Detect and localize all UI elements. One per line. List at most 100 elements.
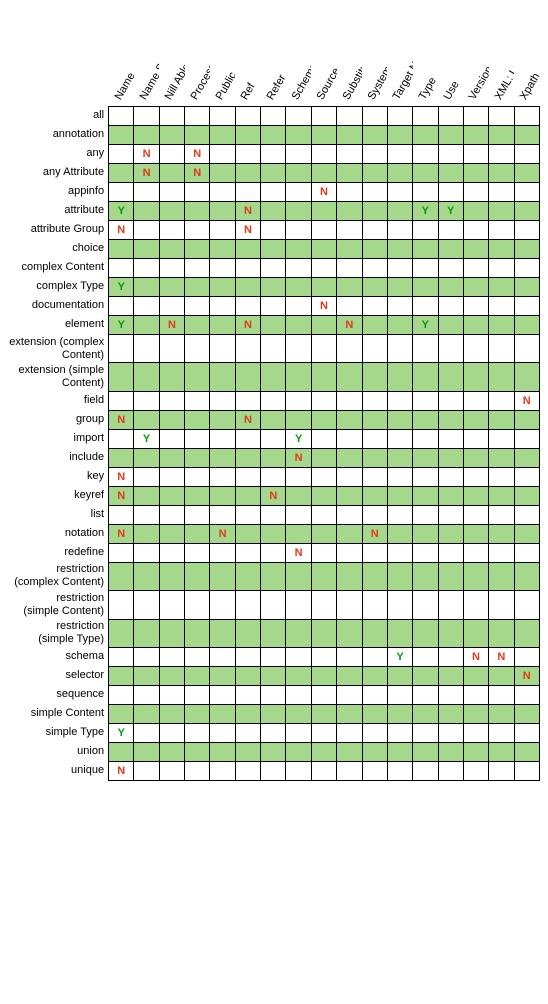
- table-row: extension (simpleContent): [8, 363, 540, 391]
- table-row: simple TypeY: [8, 723, 540, 742]
- row-label: redefine: [8, 543, 109, 562]
- matrix-cell: [159, 259, 184, 278]
- matrix-cell: [109, 562, 134, 590]
- matrix-cell: [489, 704, 514, 723]
- row-label: restriction(simple Type): [8, 619, 109, 647]
- matrix-cell: [463, 240, 488, 259]
- matrix-cell: [463, 363, 488, 391]
- matrix-cell: [463, 591, 488, 619]
- matrix-cell: [134, 240, 159, 259]
- matrix-cell: [109, 297, 134, 316]
- matrix-cell: N: [185, 145, 210, 164]
- matrix-cell: [261, 742, 286, 761]
- matrix-cell: [286, 761, 311, 780]
- matrix-cell: [235, 591, 260, 619]
- matrix-cell: [235, 685, 260, 704]
- matrix-cell: [261, 543, 286, 562]
- matrix-cell: [185, 524, 210, 543]
- matrix-cell: [463, 278, 488, 297]
- matrix-cell: [514, 259, 539, 278]
- matrix-cell: Y: [109, 278, 134, 297]
- matrix-cell: [387, 543, 412, 562]
- matrix-cell: [311, 429, 336, 448]
- matrix-cell: [413, 126, 438, 145]
- matrix-cell: [210, 448, 235, 467]
- matrix-cell: [489, 297, 514, 316]
- matrix-cell: [159, 221, 184, 240]
- matrix-cell: [362, 704, 387, 723]
- matrix-cell: [337, 723, 362, 742]
- table-row: restriction(complex Content): [8, 562, 540, 590]
- matrix-cell: [463, 524, 488, 543]
- matrix-cell: [463, 666, 488, 685]
- matrix-cell: [463, 619, 488, 647]
- matrix-cell: N: [489, 647, 514, 666]
- matrix-cell: [387, 486, 412, 505]
- matrix-cell: [134, 591, 159, 619]
- matrix-cell: [387, 391, 412, 410]
- matrix-cell: [438, 666, 463, 685]
- table-row: keyrefNN: [8, 486, 540, 505]
- matrix-cell: [185, 278, 210, 297]
- matrix-cell: [210, 107, 235, 126]
- matrix-cell: [489, 145, 514, 164]
- matrix-cell: [109, 240, 134, 259]
- table-row: restriction(simple Content): [8, 591, 540, 619]
- matrix-cell: [413, 543, 438, 562]
- matrix-cell: [210, 429, 235, 448]
- matrix-cell: [438, 723, 463, 742]
- matrix-cell: [514, 619, 539, 647]
- matrix-cell: [210, 742, 235, 761]
- matrix-cell: [438, 126, 463, 145]
- matrix-cell: [362, 543, 387, 562]
- matrix-cell: [362, 278, 387, 297]
- matrix-cell: [514, 562, 539, 590]
- matrix-cell: [463, 145, 488, 164]
- matrix-cell: [438, 429, 463, 448]
- matrix-cell: [311, 486, 336, 505]
- column-header: Nill Able: [159, 8, 184, 107]
- matrix-cell: [311, 591, 336, 619]
- matrix-cell: [337, 543, 362, 562]
- matrix-cell: Y: [109, 202, 134, 221]
- column-header-label: Xpath: [518, 71, 543, 102]
- row-label: sequence: [8, 685, 109, 704]
- matrix-cell: [109, 145, 134, 164]
- matrix-cell: [489, 391, 514, 410]
- row-label: attribute: [8, 202, 109, 221]
- matrix-cell: [185, 486, 210, 505]
- matrix-cell: [311, 685, 336, 704]
- row-label: unique: [8, 761, 109, 780]
- matrix-cell: [109, 335, 134, 363]
- column-header: Xpath: [514, 8, 539, 107]
- matrix-cell: [109, 666, 134, 685]
- table-row: redefineN: [8, 543, 540, 562]
- matrix-cell: [514, 486, 539, 505]
- matrix-cell: [489, 543, 514, 562]
- row-label: documentation: [8, 297, 109, 316]
- matrix-cell: [185, 543, 210, 562]
- matrix-cell: [185, 107, 210, 126]
- matrix-cell: [489, 666, 514, 685]
- matrix-cell: [210, 562, 235, 590]
- matrix-cell: [514, 742, 539, 761]
- matrix-cell: [438, 183, 463, 202]
- matrix-cell: Y: [413, 202, 438, 221]
- matrix-cell: [489, 410, 514, 429]
- matrix-cell: [185, 704, 210, 723]
- matrix-cell: [387, 259, 412, 278]
- matrix-cell: [311, 221, 336, 240]
- matrix-cell: [438, 448, 463, 467]
- matrix-cell: [514, 723, 539, 742]
- matrix-cell: [210, 145, 235, 164]
- matrix-cell: [134, 363, 159, 391]
- matrix-cell: [109, 704, 134, 723]
- table-row: documentationN: [8, 297, 540, 316]
- column-header: Name: [109, 8, 134, 107]
- matrix-cell: [134, 761, 159, 780]
- matrix-cell: [463, 761, 488, 780]
- row-label: element: [8, 316, 109, 335]
- matrix-cell: [235, 761, 260, 780]
- matrix-cell: N: [261, 486, 286, 505]
- matrix-cell: [337, 562, 362, 590]
